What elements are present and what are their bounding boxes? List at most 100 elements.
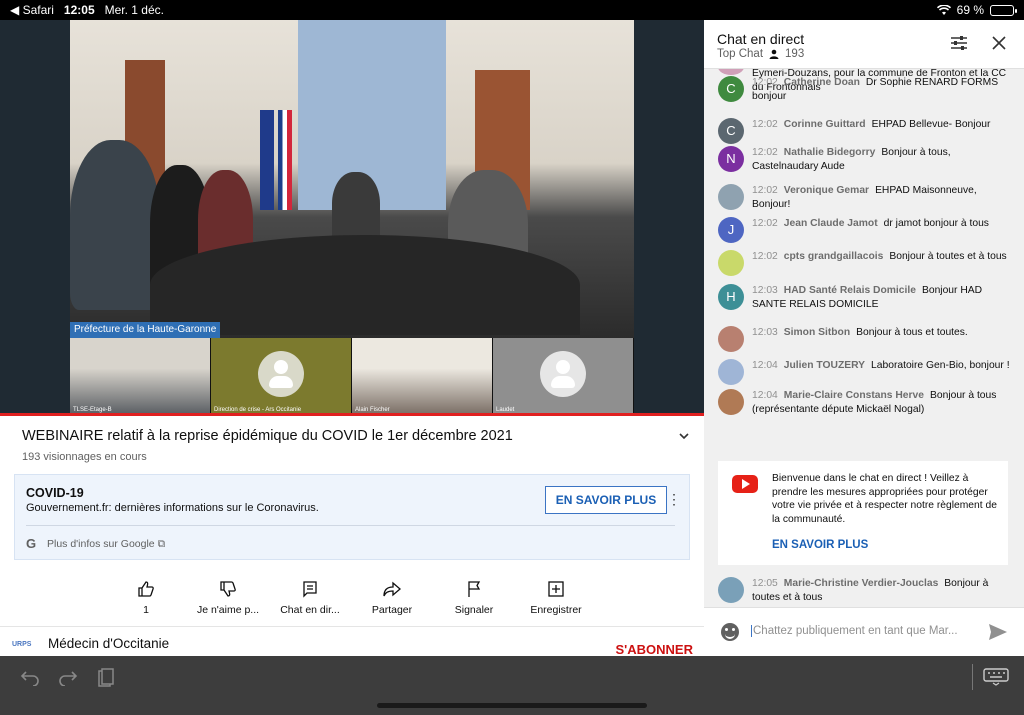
covid-panel-title: COVID-19 (26, 486, 84, 500)
avatar (718, 577, 744, 603)
chat-time: 12:02 (752, 119, 778, 130)
status-date: Mer. 1 déc. (104, 3, 164, 17)
live-chat-button[interactable]: Chat en dir... (269, 579, 351, 616)
chat-message-body: 12:04 Marie-Claire Constans Herve Bonjour … (752, 389, 1014, 417)
chat-time: 12:04 (752, 360, 778, 371)
chat-author[interactable]: cpts grandgaillacois (784, 251, 884, 262)
chat-author[interactable]: Marie-Claire Constans Herve (784, 390, 924, 401)
chat-notice-text: Bienvenue dans le chat en direct ! Veill… (772, 473, 997, 525)
chat-author[interactable]: Marie-Christine Verdier-Jouclas (784, 578, 939, 589)
avatar: C (718, 76, 744, 102)
youtube-logo-icon (732, 475, 758, 493)
undo-icon[interactable] (20, 668, 40, 686)
like-button[interactable]: 1 (105, 579, 187, 616)
chat-message: J 12:02 Jean Claude Jamot dr jamot bonjour … (718, 217, 1014, 243)
chat-message-body: 12:02 Catherine Doan Dr Sophie RENARD FORM… (752, 76, 1014, 104)
back-to-safari-link[interactable]: ◀ Safari (10, 3, 54, 17)
participant-thumbnail: Alain Fischer (352, 338, 493, 414)
like-count: 1 (143, 604, 149, 616)
share-label: Partager (371, 604, 413, 616)
chat-author[interactable]: HAD Santé Relais Domicile (784, 285, 916, 296)
video-main-feed (70, 20, 634, 338)
chat-mode: Top Chat (717, 48, 764, 60)
participant-thumbnails: TLSE-Etage-B Direction de crise - Ars Oc… (70, 338, 634, 414)
chat-message: C 12:02 Catherine Doan Dr Sophie RENARD FOR… (718, 76, 1014, 104)
participant-thumbnail: Direction de crise - Ars Occitanie (211, 338, 352, 414)
dislike-icon (220, 581, 236, 597)
toolbar-divider (972, 664, 973, 690)
chevron-down-icon[interactable] (678, 430, 690, 442)
home-indicator[interactable] (377, 703, 647, 708)
channel-name[interactable]: Médecin d'Occitanie (48, 636, 169, 651)
share-button[interactable]: Partager (351, 579, 433, 616)
chat-title: Chat en direct (717, 31, 805, 47)
participant-thumbnail: Laudet (493, 338, 634, 414)
chat-message-body: 12:04 Julien TOUZERY Laboratoire Gen-Bio, … (752, 359, 1014, 373)
subscribe-button[interactable]: S'ABONNER (616, 642, 694, 657)
chat-author[interactable]: Catherine Doan (784, 77, 860, 88)
chat-message-body: 12:02 Corinne Guittard EHPAD Bellevue- Bon… (752, 118, 1014, 132)
redo-icon[interactable] (58, 668, 78, 686)
chat-input-field[interactable]: Chattez publiquement en tant que Mar... (751, 625, 958, 637)
avatar (718, 250, 744, 276)
google-info-link[interactable]: Plus d'infos sur Google ⧉ (47, 538, 165, 551)
chat-time: 12:03 (752, 327, 778, 338)
avatar (718, 69, 744, 75)
chat-time: 12:03 (752, 285, 778, 296)
chat-message-body: 12:03 HAD Santé Relais Domicile Bonjour HA… (752, 284, 1014, 312)
chat-message: 12:03 Simon Sitbon Bonjour à tous et toute… (718, 326, 1014, 352)
french-flag (278, 110, 292, 210)
chat-header: Chat en direct Top Chat 193 (704, 20, 1024, 69)
chat-mode-selector[interactable]: Top Chat 193 (717, 48, 804, 60)
learn-more-button[interactable]: EN SAVOIR PLUS (545, 486, 667, 514)
chat-message: 12:05 Marie-Christine Verdier-Jouclas Bonj… (718, 577, 1014, 605)
chat-message: 12:02 Veronique Gemar EHPAD Maisonneuve, B… (718, 184, 1014, 212)
save-button[interactable]: Enregistrer (515, 579, 597, 616)
chat-author[interactable]: Corinne Guittard (784, 119, 866, 130)
dislike-label: Je n'aime p... (196, 604, 260, 616)
send-icon[interactable] (988, 623, 1008, 641)
chat-message: H 12:03 HAD Santé Relais Domicile Bonjour H… (718, 284, 1014, 312)
share-icon (383, 581, 401, 597)
dislike-button[interactable]: Je n'aime p... (187, 579, 269, 616)
status-time: 12:05 (63, 3, 95, 17)
chat-message: C 12:02 Corinne Guittard EHPAD Bellevue- Bo… (718, 118, 1014, 144)
chat-time: 12:02 (752, 218, 778, 229)
eu-flag (260, 110, 274, 210)
avatar (718, 389, 744, 415)
clipboard-icon[interactable] (98, 668, 114, 688)
chat-message-text: dr jamot bonjour à tous (883, 218, 989, 229)
view-count: 193 visionnages en cours (22, 451, 147, 463)
close-icon[interactable] (991, 35, 1007, 51)
chat-author[interactable]: Jean Claude Jamot (784, 218, 878, 229)
avatar (718, 184, 744, 210)
keyboard-icon[interactable] (983, 668, 1009, 686)
chat-author[interactable]: Simon Sitbon (784, 327, 850, 338)
video-player[interactable]: Préfecture de la Haute-Garonne TLSE-Etag… (0, 20, 704, 416)
chat-author[interactable]: Nathalie Bidegorry (784, 147, 876, 158)
chat-time: 12:04 (752, 390, 778, 401)
more-options-icon[interactable]: ⋮ (667, 491, 681, 508)
chat-message-list[interactable]: Eymeri-Douzans, pour la commune de Front… (704, 69, 1024, 607)
covid-info-panel: COVID-19 Gouvernement.fr: dernières info… (14, 474, 690, 560)
chat-author[interactable]: Julien TOUZERY (784, 360, 865, 371)
live-chat-panel: Chat en direct Top Chat 193 Eymeri-Douza… (704, 20, 1024, 656)
flag-icon (468, 581, 481, 597)
report-button[interactable]: Signaler (433, 579, 515, 616)
participant-thumbnail: TLSE-Etage-B (70, 338, 211, 414)
chat-time: 12:02 (752, 185, 778, 196)
channel-logo[interactable]: URPS (12, 641, 31, 648)
emoji-icon[interactable] (721, 623, 739, 641)
chat-message-body: 12:03 Simon Sitbon Bonjour à tous et toute… (752, 326, 1014, 340)
chat-learn-more-link[interactable]: EN SAVOIR PLUS (772, 539, 868, 551)
settings-sliders-icon[interactable] (950, 35, 968, 51)
chat-time: 12:02 (752, 77, 778, 88)
chat-time: 12:02 (752, 251, 778, 262)
chat-author[interactable]: Veronique Gemar (784, 185, 869, 196)
google-info-label: Plus d'infos sur Google (47, 538, 155, 550)
channel-row: URPS Médecin d'Occitanie S'ABONNER (0, 626, 704, 657)
battery-percent: 69 % (956, 3, 984, 17)
chat-message: N 12:02 Nathalie Bidegorry Bonjour à tous, … (718, 146, 1014, 174)
external-link-icon: ⧉ (157, 538, 166, 550)
action-bar: 1 Je n'aime p... Chat en dir... Partager… (105, 579, 597, 616)
